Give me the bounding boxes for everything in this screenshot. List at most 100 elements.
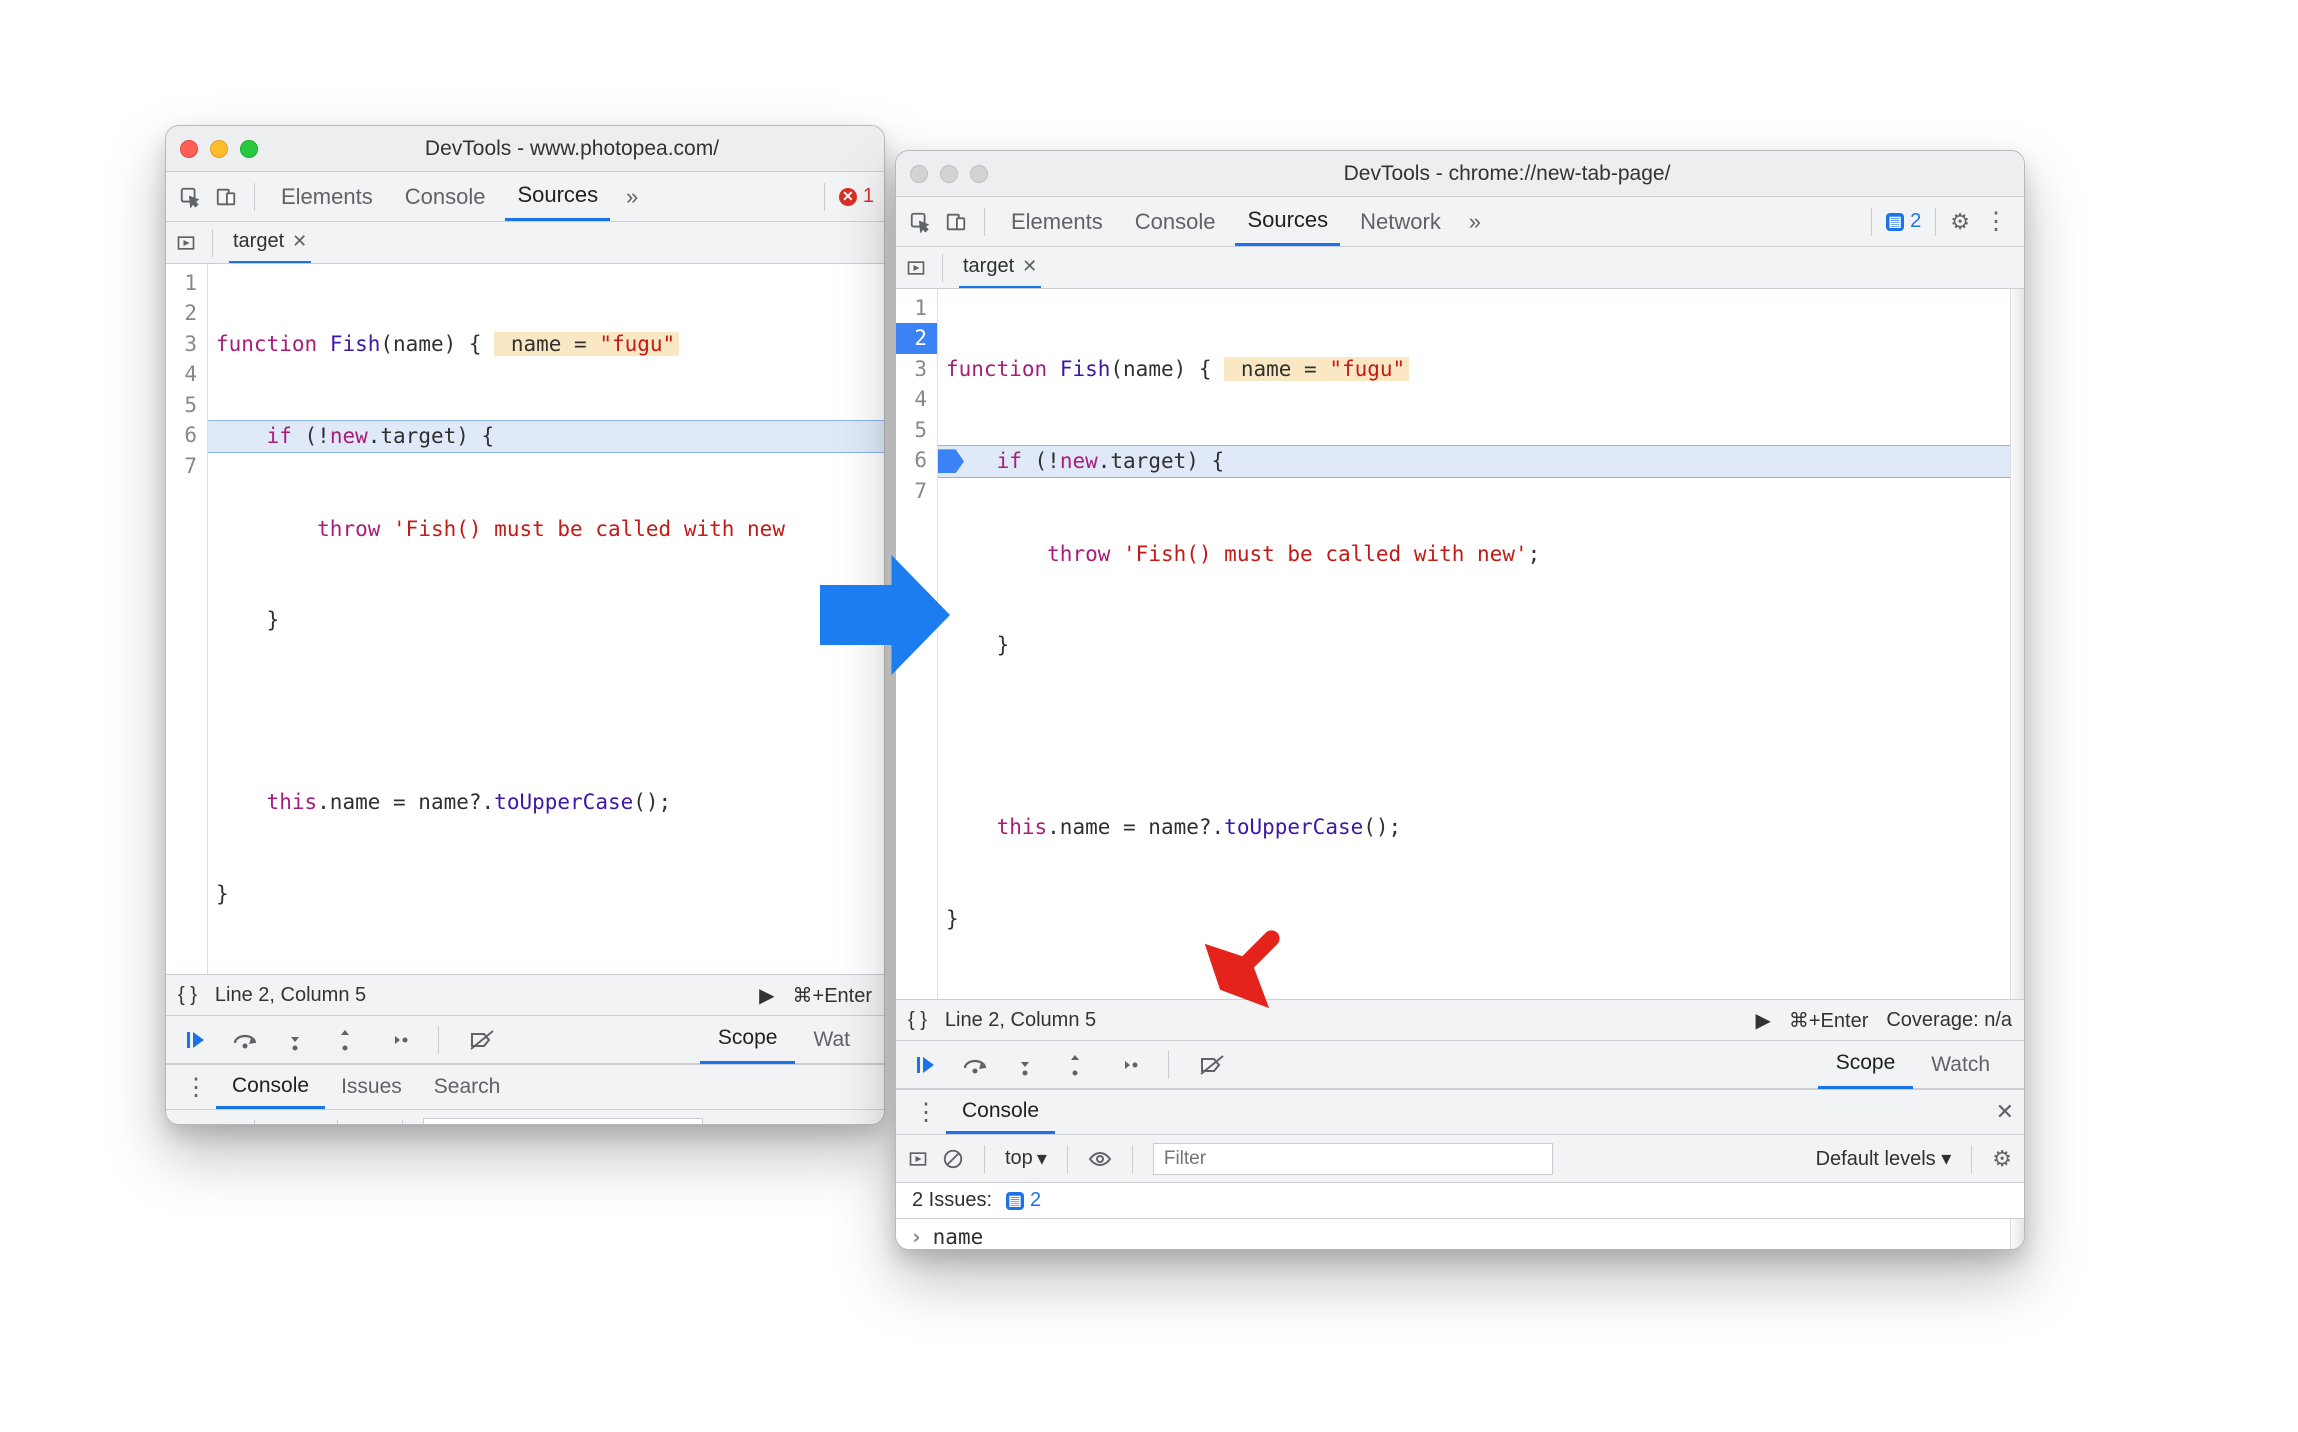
tab-console[interactable]: Console (393, 172, 498, 221)
sidebar-toggle-icon[interactable] (178, 1124, 198, 1125)
close-icon[interactable]: ✕ (292, 231, 307, 252)
sidebar-toggle-icon[interactable] (908, 1149, 928, 1169)
info-icon: ▤ (1886, 213, 1904, 231)
traffic-close-icon[interactable] (180, 140, 198, 158)
tab-sources[interactable]: Sources (505, 172, 610, 221)
step-into-icon[interactable] (1012, 1052, 1038, 1078)
drawer-tab-search[interactable]: Search (418, 1065, 517, 1109)
step-over-icon[interactable] (232, 1027, 258, 1053)
inspect-icon[interactable] (906, 208, 934, 236)
debugger-toolbar: Scope Wat (166, 1016, 884, 1064)
traffic-lights (910, 165, 988, 183)
code-editor[interactable]: 1234567 function Fish(name) { name = "fu… (166, 264, 884, 974)
tab-watch[interactable]: Watch (1913, 1041, 2008, 1089)
drawer-tab-issues[interactable]: Issues (325, 1065, 418, 1109)
scrollbar[interactable] (2010, 1219, 2024, 1250)
code-editor[interactable]: 1234567 function Fish(name) { name = "fu… (896, 289, 2024, 999)
clear-console-icon[interactable] (212, 1123, 234, 1125)
editor-statusbar: { } Line 2, Column 5 ▶ ⌘+Enter Coverage:… (896, 999, 2024, 1041)
run-hint: ⌘+Enter (793, 983, 872, 1008)
more-icon[interactable]: ⋮ (906, 1098, 946, 1127)
traffic-zoom-icon[interactable] (970, 165, 988, 183)
step-into-icon[interactable] (282, 1027, 308, 1053)
resume-icon[interactable] (912, 1052, 938, 1078)
step-out-icon[interactable] (332, 1027, 358, 1053)
gear-icon[interactable]: ⚙ (1950, 209, 1970, 235)
deactivate-breakpoints-icon[interactable] (1199, 1052, 1225, 1078)
divider (824, 183, 825, 211)
run-hint: ⌘+Enter (1789, 1008, 1868, 1033)
device-toggle-icon[interactable] (212, 183, 240, 211)
debugger-sidetabs: Scope Wat (700, 1016, 868, 1064)
filter-input[interactable] (1153, 1143, 1553, 1175)
pretty-print-icon[interactable]: { } (178, 984, 197, 1007)
titlebar: DevTools - www.photopea.com/ (166, 126, 884, 172)
error-badge[interactable]: ✕ 1 (839, 185, 874, 208)
tab-watch[interactable]: Wat (795, 1016, 868, 1064)
tab-network[interactable]: Network (1348, 197, 1453, 246)
drawer-tab-console[interactable]: Console (216, 1065, 325, 1109)
code-lines: function Fish(name) { name = "fugu" if (… (208, 264, 884, 974)
toggle-navigator-icon[interactable] (906, 258, 926, 278)
info-badge[interactable]: ▤2 (1886, 210, 1921, 233)
file-tab-target[interactable]: target ✕ (229, 222, 311, 263)
traffic-minimize-icon[interactable] (940, 165, 958, 183)
filter-input[interactable] (423, 1118, 703, 1125)
devtools-window-right: DevTools - chrome://new-tab-page/ Elemen… (895, 150, 2025, 1250)
traffic-zoom-icon[interactable] (240, 140, 258, 158)
file-tab-label: target (963, 255, 1014, 278)
execution-pointer-icon (938, 449, 964, 473)
main-tabbar: Elements Console Sources » ✕ 1 (166, 172, 884, 222)
close-drawer-icon[interactable]: ✕ (1996, 1099, 2014, 1125)
file-tabbar: target ✕ (166, 222, 884, 264)
cursor-position: Line 2, Column 5 (215, 984, 366, 1007)
run-icon[interactable]: ▶ (759, 983, 774, 1008)
debugger-toolbar: Scope Watch (896, 1041, 2024, 1089)
pretty-print-icon[interactable]: { } (908, 1009, 927, 1032)
more-tabs-icon[interactable]: » (618, 183, 646, 211)
drawer-tab-console[interactable]: Console (946, 1090, 1055, 1134)
tab-elements[interactable]: Elements (999, 197, 1115, 246)
close-icon[interactable]: ✕ (1022, 256, 1037, 277)
console-output: name 'fugu' new.target ƒFish(name) { if … (896, 1219, 2024, 1250)
gear-icon[interactable]: ⚙ (1992, 1146, 2012, 1172)
code-lines: function Fish(name) { name = "fugu" if (… (938, 289, 2024, 999)
step-icon[interactable] (382, 1027, 408, 1053)
inspect-icon[interactable] (176, 183, 204, 211)
log-levels[interactable]: Default levels ▾ (1816, 1146, 1952, 1171)
more-icon[interactable]: ⋮ (176, 1073, 216, 1102)
console-input-row: name (896, 1219, 2024, 1250)
console-toolbar: top ▾ Defau (166, 1110, 884, 1125)
scrollbar[interactable] (2010, 289, 2024, 999)
device-toggle-icon[interactable] (942, 208, 970, 236)
step-out-icon[interactable] (1062, 1052, 1088, 1078)
tab-console[interactable]: Console (1123, 197, 1228, 246)
file-tab-target[interactable]: target ✕ (959, 247, 1041, 288)
issues-bar[interactable]: 2 Issues: ▤2 (896, 1183, 2024, 1219)
more-tabs-icon[interactable]: » (1461, 208, 1489, 236)
live-expression-icon[interactable] (1088, 1150, 1112, 1168)
kebab-icon[interactable]: ⋮ (1978, 207, 2014, 236)
annotation-arrow-icon (1195, 925, 1285, 1015)
context-selector[interactable]: top ▾ (1005, 1146, 1047, 1171)
editor-statusbar: { } Line 2, Column 5 ▶ ⌘+Enter (166, 974, 884, 1016)
file-tab-label: target (233, 230, 284, 253)
clear-console-icon[interactable] (942, 1148, 964, 1170)
step-icon[interactable] (1112, 1052, 1138, 1078)
debugger-sidetabs: Scope Watch (1818, 1041, 2008, 1089)
tab-sources[interactable]: Sources (1235, 197, 1340, 246)
toggle-navigator-icon[interactable] (176, 233, 196, 253)
issues-label: 2 Issues: (912, 1189, 992, 1212)
tab-scope[interactable]: Scope (700, 1016, 796, 1064)
resume-icon[interactable] (182, 1027, 208, 1053)
context-selector[interactable]: top ▾ (275, 1121, 317, 1125)
tab-elements[interactable]: Elements (269, 172, 385, 221)
step-over-icon[interactable] (962, 1052, 988, 1078)
window-title: DevTools - chrome://new-tab-page/ (1004, 162, 2010, 186)
tab-scope[interactable]: Scope (1818, 1041, 1914, 1089)
deactivate-breakpoints-icon[interactable] (469, 1027, 495, 1053)
traffic-minimize-icon[interactable] (210, 140, 228, 158)
run-icon[interactable]: ▶ (1755, 1008, 1770, 1033)
log-levels[interactable]: Defau (819, 1122, 872, 1125)
traffic-close-icon[interactable] (910, 165, 928, 183)
